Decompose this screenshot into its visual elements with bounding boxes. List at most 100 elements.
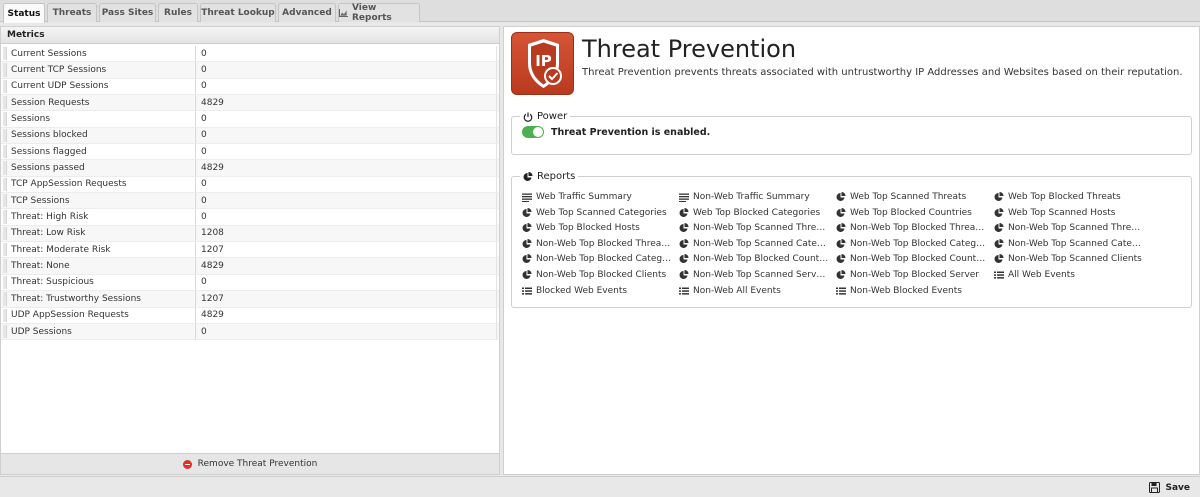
metric-row: UDP AppSession Requests 4829 bbox=[1, 307, 499, 324]
metric-value: 0 bbox=[201, 114, 207, 125]
report-label: Non-Web Top Blocked Countries... bbox=[850, 254, 986, 265]
report-link-blocked-web-events[interactable]: Blocked Web Events bbox=[522, 284, 627, 298]
lines-icon bbox=[679, 193, 689, 202]
pie-icon bbox=[836, 223, 846, 233]
save-button[interactable]: Save bbox=[1149, 480, 1190, 495]
report-link-non-web-top-scanned-servers[interactable]: Non-Web Top Scanned Servers bbox=[679, 268, 829, 282]
metric-name: UDP Sessions bbox=[11, 326, 72, 337]
power-icon bbox=[523, 112, 533, 122]
row-grip bbox=[3, 161, 7, 175]
report-label: Non-Web Blocked Events bbox=[850, 285, 962, 296]
pie-icon bbox=[994, 207, 1004, 217]
report-link-all-web-events[interactable]: All Web Events bbox=[994, 268, 1075, 282]
metric-value: 1207 bbox=[201, 293, 224, 304]
tab-label: Advanced bbox=[282, 8, 332, 18]
report-link-non-web-top-blocked-server[interactable]: Non-Web Top Blocked Server bbox=[836, 268, 979, 282]
row-grip bbox=[3, 210, 7, 224]
metric-name: Current TCP Sessions bbox=[11, 65, 107, 76]
report-link-web-top-scanned-threats[interactable]: Web Top Scanned Threats bbox=[836, 190, 966, 204]
tab-status[interactable]: Status bbox=[3, 3, 45, 23]
report-link-non-web-top-blocked-threats[interactable]: Non-Web Top Blocked Threats (... bbox=[836, 221, 986, 235]
metric-row: TCP AppSession Requests 0 bbox=[1, 176, 499, 194]
report-link-non-web-top-scanned-categori[interactable]: Non-Web Top Scanned Categori... bbox=[679, 237, 829, 251]
app-description: Threat Prevention prevents threats assoc… bbox=[582, 67, 1183, 78]
save-label: Save bbox=[1165, 482, 1190, 493]
column-divider bbox=[195, 78, 196, 95]
metric-name: TCP Sessions bbox=[11, 195, 70, 206]
report-label: Blocked Web Events bbox=[536, 285, 628, 296]
pie-icon bbox=[523, 171, 533, 181]
report-label: Non-Web Top Scanned Categori... bbox=[693, 238, 829, 249]
tab-threats[interactable]: Threats bbox=[47, 3, 97, 22]
tab-label: Rules bbox=[164, 8, 192, 18]
report-link-web-top-scanned-categories[interactable]: Web Top Scanned Categories bbox=[522, 206, 667, 220]
report-link-non-web-top-blocked-clients[interactable]: Non-Web Top Blocked Clients bbox=[522, 268, 666, 282]
metric-name: Threat: High Risk bbox=[11, 212, 89, 223]
pie-icon bbox=[522, 270, 532, 279]
report-link-web-top-blocked-hosts[interactable]: Web Top Blocked Hosts bbox=[522, 221, 640, 235]
tab-rules[interactable]: Rules bbox=[158, 3, 198, 22]
report-link-non-web-top-blocked-threats[interactable]: Non-Web Top Blocked Threats (... bbox=[522, 237, 672, 251]
app-status-panel: IP Threat Prevention Threat Prevention p… bbox=[503, 26, 1200, 475]
column-divider bbox=[496, 176, 497, 193]
tab-bar: Status Threats Pass Sites Rules Threat L… bbox=[0, 0, 1200, 23]
pie-icon bbox=[836, 254, 846, 264]
row-grip bbox=[3, 308, 7, 322]
report-link-non-web-top-scanned-threats[interactable]: Non-Web Top Scanned Threats (... bbox=[679, 221, 829, 235]
report-link-non-web-top-blocked-categorie[interactable]: Non-Web Top Blocked Categorie... bbox=[836, 237, 986, 251]
report-link-non-web-traffic-summary[interactable]: Non-Web Traffic Summary bbox=[679, 190, 810, 204]
column-divider bbox=[496, 209, 497, 225]
report-label: Non-Web Top Scanned Threats (... bbox=[693, 223, 829, 234]
row-grip bbox=[3, 112, 7, 126]
tab-label: View Reports bbox=[351, 3, 392, 23]
metric-name: Sessions blocked bbox=[11, 130, 88, 141]
power-toggle[interactable] bbox=[522, 126, 544, 138]
row-grip bbox=[3, 226, 7, 241]
report-label: All Web Events bbox=[1008, 270, 1075, 280]
remove-app-button[interactable]: Remove Threat Prevention bbox=[1, 453, 499, 474]
tab-view-reports[interactable]: View Reports bbox=[338, 3, 420, 23]
reports-section: Reports Web Traffic Summary Non-Web Traff… bbox=[511, 171, 1192, 308]
report-link-non-web-top-scanned-clients[interactable]: Non-Web Top Scanned Clients bbox=[994, 252, 1142, 266]
metric-name: Threat: Low Risk bbox=[11, 228, 86, 239]
row-grip bbox=[3, 275, 7, 290]
report-link-non-web-top-blocked-countries[interactable]: Non-Web Top Blocked Countries... bbox=[836, 252, 986, 266]
row-grip bbox=[3, 128, 7, 143]
tab-advanced[interactable]: Advanced bbox=[278, 3, 336, 22]
column-divider bbox=[496, 144, 497, 160]
pie-icon bbox=[679, 254, 689, 264]
report-link-web-top-scanned-hosts[interactable]: Web Top Scanned Hosts bbox=[994, 206, 1115, 220]
tab-threat-lookup[interactable]: Threat Lookup bbox=[200, 3, 276, 22]
metric-name: Threat: Suspicious bbox=[11, 277, 94, 288]
row-grip bbox=[3, 259, 7, 273]
report-label: Web Traffic Summary bbox=[536, 192, 632, 202]
metric-row: Threat: High Risk 0 bbox=[1, 209, 499, 226]
row-grip bbox=[3, 145, 7, 159]
metric-row: Current Sessions 0 bbox=[1, 46, 499, 63]
metric-name: Threat: Moderate Risk bbox=[11, 244, 111, 255]
report-label: Non-Web Top Blocked Threats (... bbox=[850, 223, 986, 234]
report-link-non-web-top-scanned-categori[interactable]: Non-Web Top Scanned Categori... bbox=[994, 237, 1144, 251]
row-grip bbox=[3, 194, 7, 208]
report-link-non-web-all-events[interactable]: Non-Web All Events bbox=[679, 284, 781, 298]
tab-label: Threat Lookup bbox=[201, 8, 275, 18]
power-legend: Power bbox=[520, 111, 570, 122]
report-label: Web Top Scanned Threats bbox=[850, 192, 967, 202]
report-link-web-top-blocked-threats[interactable]: Web Top Blocked Threats bbox=[994, 190, 1121, 204]
ip-shield-icon: IP bbox=[528, 39, 562, 88]
report-label: Web Top Blocked Hosts bbox=[536, 223, 640, 234]
report-link-non-web-top-blocked-categorie[interactable]: Non-Web Top Blocked Categorie... bbox=[522, 252, 672, 266]
report-link-web-top-blocked-countries[interactable]: Web Top Blocked Countries bbox=[836, 206, 972, 220]
report-link-non-web-top-blocked-countries[interactable]: Non-Web Top Blocked Countries... bbox=[679, 252, 829, 266]
lines-icon bbox=[522, 193, 532, 202]
report-link-non-web-blocked-events[interactable]: Non-Web Blocked Events bbox=[836, 284, 962, 298]
report-label: Web Top Blocked Countries bbox=[850, 207, 972, 218]
report-link-web-top-blocked-categories[interactable]: Web Top Blocked Categories bbox=[679, 206, 820, 220]
report-link-web-traffic-summary[interactable]: Web Traffic Summary bbox=[522, 190, 632, 204]
report-link-non-web-top-scanned-threats[interactable]: Non-Web Top Scanned Threats (... bbox=[994, 221, 1144, 235]
report-label: Non-Web Top Blocked Clients bbox=[536, 270, 667, 280]
remove-app-label: Remove Threat Prevention bbox=[197, 459, 318, 469]
tab-pass-sites[interactable]: Pass Sites bbox=[99, 3, 156, 22]
metric-row: Session Requests 4829 bbox=[1, 95, 499, 112]
metric-row: Current TCP Sessions 0 bbox=[1, 62, 499, 79]
